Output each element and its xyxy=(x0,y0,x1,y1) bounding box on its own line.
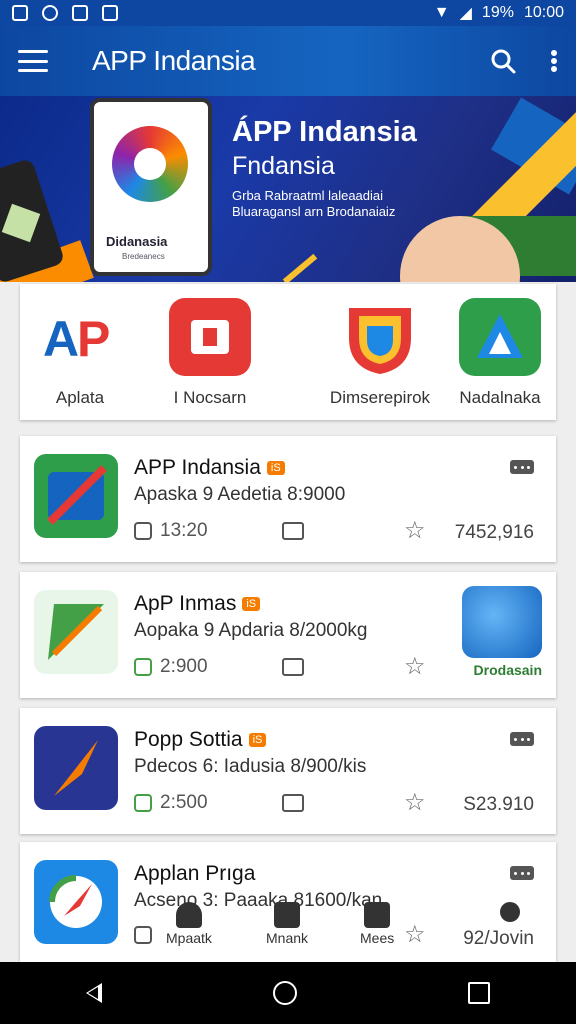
mail-icon xyxy=(364,902,391,928)
app-stat: 7452,916 xyxy=(454,522,534,543)
app-description: Pdecos 6: Iadusia 8/900/kis xyxy=(134,756,367,777)
app-badge: iS xyxy=(248,733,267,748)
app-notification-icon xyxy=(72,5,88,21)
app-icon xyxy=(34,590,118,674)
featured-item[interactable]: Nadalnaka xyxy=(440,298,560,408)
person-icon xyxy=(500,902,520,922)
home-button[interactable] xyxy=(272,981,297,1005)
signal-icon: ◢ xyxy=(459,5,472,22)
more-options-button[interactable] xyxy=(510,732,534,746)
app-stat: 92/Jovin xyxy=(463,928,534,949)
app-meta: 13:20 xyxy=(134,520,208,542)
clock: 10:00 xyxy=(523,4,564,21)
globe-app-icon[interactable] xyxy=(462,586,542,658)
app-logo-icon xyxy=(112,126,188,202)
svg-text:A: A xyxy=(43,311,79,367)
star-icon[interactable]: ☆ xyxy=(404,920,426,949)
featured-item[interactable]: Dimserepirok xyxy=(320,298,440,408)
search-icon xyxy=(491,49,516,74)
edit-icon[interactable] xyxy=(282,794,304,812)
search-button[interactable] xyxy=(490,48,516,74)
phone-caption: Didanasia xyxy=(106,234,168,249)
app-icon xyxy=(34,860,118,944)
more-options-button[interactable] xyxy=(510,460,534,474)
grid-icon xyxy=(274,902,301,928)
featured-label: Aplata xyxy=(55,388,105,407)
app-bar: APP Indansia xyxy=(0,26,576,96)
app-icon xyxy=(34,726,118,810)
fire-icon xyxy=(175,902,202,928)
menu-button[interactable] xyxy=(18,50,48,72)
overflow-menu-button[interactable] xyxy=(550,49,558,73)
featured-label: I Nocsarn xyxy=(173,388,247,407)
phone-mockup: Didanasia Bredeanecs xyxy=(90,98,212,276)
app-badge: iS xyxy=(266,461,285,476)
app-card[interactable]: Popp Sottia iS Pdecos 6: Iadusia 8/900/ki… xyxy=(20,708,556,834)
red-puzzle-icon xyxy=(169,298,251,376)
app-time: 2:900 xyxy=(160,656,208,677)
featured-item[interactable]: A P Aplata xyxy=(20,298,140,408)
edit-icon[interactable] xyxy=(282,658,304,676)
app-meta: 2:900 xyxy=(134,656,208,678)
app-meta xyxy=(134,926,160,944)
app-description: Apaska 9 Aedetia 8:9000 xyxy=(134,484,346,505)
colorful-shield-icon xyxy=(339,298,421,376)
notification-icon xyxy=(12,5,28,21)
back-button[interactable] xyxy=(85,983,102,1003)
featured-item[interactable]: I Nocsarn xyxy=(150,298,270,408)
bottom-nav-label: Mees xyxy=(360,930,395,946)
profile-button[interactable] xyxy=(500,902,520,922)
clock-icon xyxy=(134,926,152,944)
wifi-icon: ▼ xyxy=(433,4,450,21)
banner-text-line1: Grba Rabraatml laleaadiai xyxy=(232,188,384,203)
green-triangle-icon xyxy=(459,298,541,376)
promo-banner[interactable]: Didanasia Bredeanecs ÁPP Indansia Fndans… xyxy=(0,96,576,282)
grid-icon xyxy=(134,794,152,812)
app-title: Popp Sottia iS xyxy=(134,728,267,752)
bottom-nav-item[interactable]: Mees xyxy=(360,902,394,946)
star-icon[interactable]: ☆ xyxy=(404,516,426,545)
alert-icon xyxy=(42,5,58,21)
more-options-button[interactable] xyxy=(510,866,534,880)
app-title: ApP Inmas iS xyxy=(134,592,261,616)
system-nav-bar xyxy=(0,962,576,1024)
status-bar: ▼ ◢ 19% 10:00 xyxy=(0,0,576,26)
app-card[interactable]: APP Indansia iS Apaska 9 Aedetia 8:9000 1… xyxy=(20,436,556,562)
app-icon xyxy=(34,454,118,538)
featured-apps: A P Aplata I Nocsarn Dimserepirok Nadaln… xyxy=(20,284,556,420)
app-title: APP Indansia xyxy=(92,45,256,76)
app-title: Applan Prıga xyxy=(134,862,256,885)
star-icon[interactable]: ☆ xyxy=(404,788,426,817)
edit-icon[interactable] xyxy=(282,522,304,540)
recents-button[interactable] xyxy=(468,982,491,1004)
app-meta: 2:500 xyxy=(134,792,208,814)
app-stat: S23.910 xyxy=(463,794,534,815)
bottom-nav-item[interactable]: Mpaatk xyxy=(166,902,212,946)
banner-subheading: Fndansia xyxy=(232,152,335,180)
bottom-nav-label: Mpaatk xyxy=(166,930,212,946)
phone-subcaption: Bredeanecs xyxy=(122,252,165,261)
more-vert-icon xyxy=(551,50,557,72)
message-icon xyxy=(102,5,118,21)
star-icon[interactable]: ☆ xyxy=(404,652,426,681)
battery-level: 19% xyxy=(481,4,514,21)
app-card[interactable]: ApP Inmas iS Aopaka 9 Apdaria 8/2000kg 2:… xyxy=(20,572,556,698)
ap-logo-icon: A P xyxy=(39,298,121,376)
bottom-nav-label: Mnank xyxy=(266,930,309,946)
bottom-nav-item[interactable]: Mnank xyxy=(266,902,308,946)
featured-label: Nadalnaka xyxy=(459,388,541,407)
app-time: 13:20 xyxy=(160,520,208,541)
banner-text-line2: Bluaragansl arn Brodanaiaiz xyxy=(232,204,396,219)
app-time: 2:500 xyxy=(160,792,208,813)
banner-heading: ÁPP Indansia xyxy=(232,116,417,148)
app-badge: iS xyxy=(242,597,261,612)
app-title: APP Indansia iS xyxy=(134,456,285,480)
grid-icon xyxy=(134,658,152,676)
side-app-label: Drodasain xyxy=(473,662,542,678)
svg-text:P: P xyxy=(77,311,110,367)
featured-label: Dimserepirok xyxy=(329,388,431,407)
app-description: Aopaka 9 Apdaria 8/2000kg xyxy=(134,620,368,641)
clock-icon xyxy=(134,522,152,540)
